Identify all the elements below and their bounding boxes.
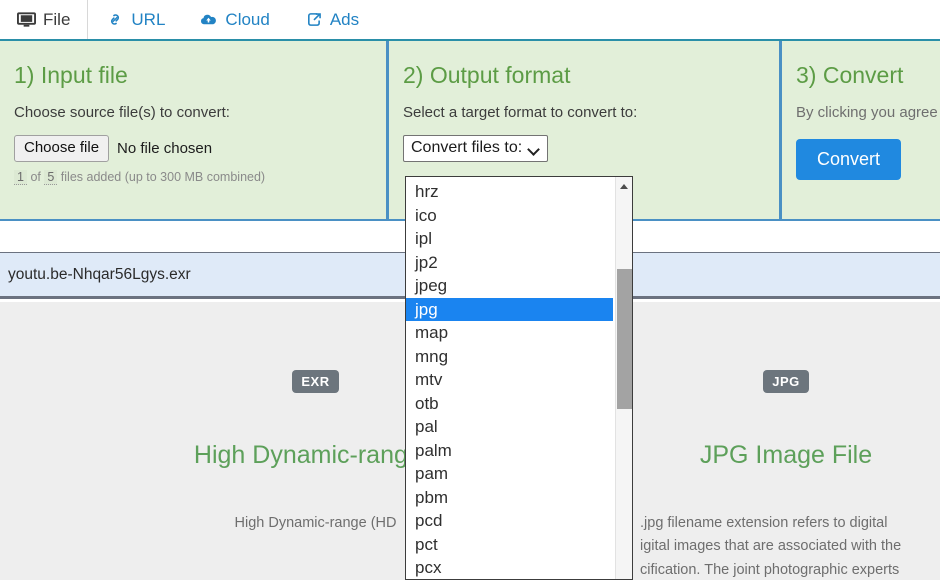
format-option-jpeg[interactable]: jpeg: [406, 274, 613, 298]
format-option-map[interactable]: map: [406, 321, 613, 345]
file-row-filename: youtu.be-Nhqar56Lgys.exr: [8, 265, 191, 283]
source-format-badge: EXR: [292, 370, 339, 393]
target-format-pane: JPG JPG Image File .jpg filename extensi…: [631, 302, 940, 580]
format-option-pam[interactable]: pam: [406, 462, 613, 486]
format-option-jpg[interactable]: jpg: [406, 297, 613, 321]
step-output-title: 2) Output format: [403, 62, 571, 88]
step-convert-title: 3) Convert: [796, 62, 904, 88]
step-input-file: 1) Input file Choose source file(s) to c…: [0, 41, 386, 221]
format-option-palm[interactable]: palm: [406, 439, 613, 463]
cloud-icon: [199, 11, 218, 28]
format-option-list: hrz ico ipl jp2 jpeg jpg map mng mtv otb pal palm pa…: [406, 177, 613, 579]
format-dropdown-list[interactable]: hrz ico ipl jp2 jpeg jpg map mng mtv otb pal palm pa…: [405, 176, 633, 580]
tab-file[interactable]: File: [0, 0, 89, 39]
step-input-subtitle: Choose source file(s) to convert:: [14, 104, 230, 122]
step-convert: 3) Convert By clicking you agree Convert: [779, 41, 940, 221]
format-option-pal[interactable]: pal: [406, 415, 613, 439]
format-select-label: Convert files to:: [411, 139, 523, 157]
tab-cloud[interactable]: Cloud: [182, 0, 286, 39]
step-input-title: 1) Input file: [14, 62, 128, 88]
format-option-pbm[interactable]: pbm: [406, 486, 613, 510]
convert-button[interactable]: Convert: [796, 139, 902, 181]
format-select-wrap: Convert files to:: [403, 135, 779, 163]
chevron-down-icon: [529, 145, 540, 152]
files-added-of: of: [30, 170, 41, 185]
format-option-mtv[interactable]: mtv: [406, 368, 613, 392]
tab-ads[interactable]: Ads: [287, 0, 376, 39]
tab-url-label: URL: [131, 9, 166, 29]
target-format-title: JPG Image File: [699, 441, 873, 469]
tab-ads-label: Ads: [329, 9, 360, 29]
format-option-pct[interactable]: pct: [406, 533, 613, 557]
no-file-chosen-label: No file chosen: [117, 140, 213, 158]
tab-file-label: File: [43, 9, 71, 29]
target-format-description: .jpg filename extension refers to digita…: [640, 515, 902, 578]
format-option-pcx[interactable]: pcx: [406, 556, 613, 579]
format-select[interactable]: Convert files to:: [403, 135, 549, 163]
format-option-ipl[interactable]: ipl: [406, 227, 613, 251]
source-tabs: File URL Cloud Ads: [0, 0, 940, 41]
format-option-hrz[interactable]: hrz: [406, 180, 613, 204]
target-format-badge: JPG: [763, 370, 809, 393]
tab-url[interactable]: URL: [88, 0, 182, 39]
scroll-up-arrow-icon[interactable]: [616, 177, 632, 194]
files-added-note: 1 of 5 files added (up to 300 MB combine…: [14, 170, 386, 186]
format-option-otb[interactable]: otb: [406, 392, 613, 416]
files-added-count: 1: [14, 170, 27, 186]
format-option-mng[interactable]: mng: [406, 345, 613, 369]
files-added-suffix: files added (up to 300 MB combined): [60, 170, 266, 185]
format-option-jp2[interactable]: jp2: [406, 251, 613, 275]
choose-file-button[interactable]: Choose file: [14, 135, 110, 163]
converter-page: File URL Cloud Ads 1) Input file Choose …: [0, 0, 940, 580]
external-link-icon: [304, 11, 323, 28]
step-convert-subtitle: By clicking you agree: [796, 104, 938, 122]
dropdown-scrollbar[interactable]: [615, 177, 632, 579]
monitor-icon: [17, 11, 36, 28]
tab-cloud-label: Cloud: [225, 9, 270, 29]
file-input-row: Choose file No file chosen: [14, 135, 386, 163]
format-option-pcd[interactable]: pcd: [406, 509, 613, 533]
files-max-count: 5: [44, 170, 58, 186]
step-output-subtitle: Select a target format to convert to:: [403, 104, 638, 122]
scrollbar-thumb[interactable]: [617, 269, 632, 409]
link-icon: [105, 11, 124, 28]
format-option-ico[interactable]: ico: [406, 204, 613, 228]
